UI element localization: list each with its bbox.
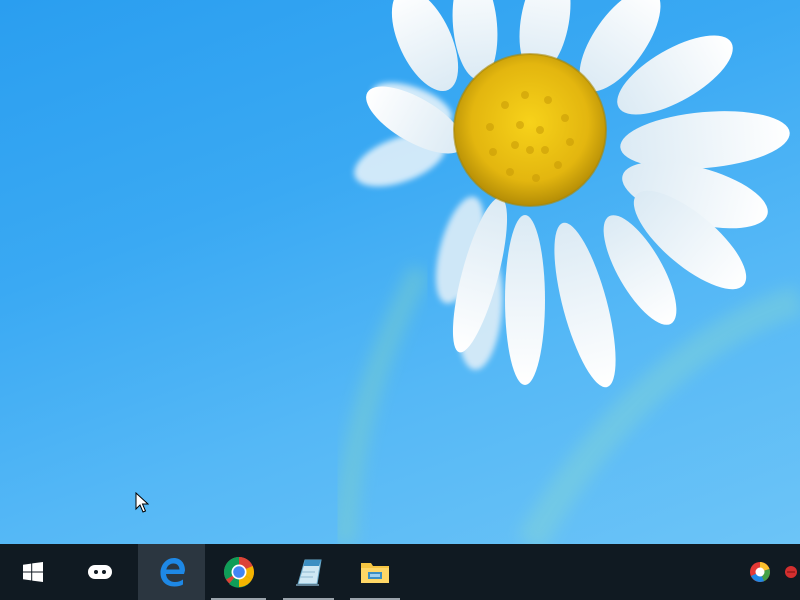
chrome-taskbar-button[interactable]	[205, 544, 272, 600]
edge-browser-icon	[160, 558, 185, 587]
notepad-icon	[295, 559, 322, 586]
desktop[interactable]	[0, 0, 800, 544]
daisy-wallpaper	[334, 0, 800, 544]
file-explorer-icon	[361, 563, 389, 583]
windows-start-icon	[23, 562, 43, 582]
color-picker-tray-button[interactable]	[746, 544, 774, 600]
edge-taskbar-button[interactable]	[138, 544, 205, 600]
taskbar	[0, 544, 800, 600]
chrome-icon	[223, 557, 254, 588]
arrow-cursor	[135, 492, 149, 513]
task-view-button[interactable]	[66, 544, 134, 600]
red-dot-tray-button[interactable]	[782, 544, 800, 600]
color-picker-tray-icon	[750, 562, 770, 582]
red-dot-tray-icon	[785, 566, 797, 578]
start-button[interactable]	[0, 544, 66, 600]
notepad-taskbar-button[interactable]	[277, 544, 340, 600]
task-view-icon	[88, 565, 112, 579]
file-explorer-taskbar-button[interactable]	[344, 544, 406, 600]
